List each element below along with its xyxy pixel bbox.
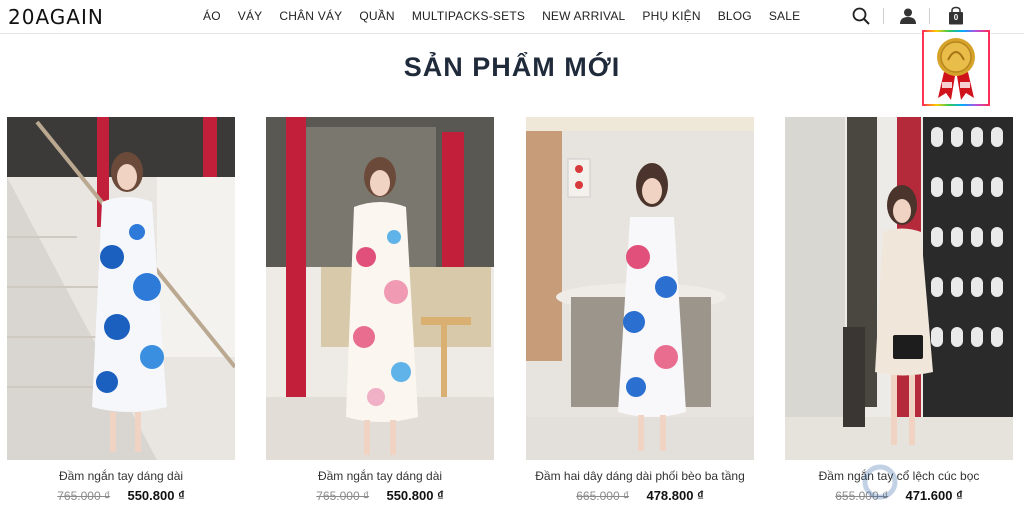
original-price: 665.000 ₫ [576, 489, 630, 503]
nav-item-quan[interactable]: QUẦN [359, 9, 394, 23]
nav-item-chan-vay[interactable]: CHÂN VÁY [279, 9, 342, 23]
product-name[interactable]: Đầm ngắn tay dáng dài [266, 469, 494, 484]
brand-logo[interactable]: 20AGAIN [8, 5, 104, 29]
price-row: 765.000 ₫ 550.800 ₫ [7, 488, 235, 503]
product-card[interactable]: Đầm hai dây dáng dài phối bèo ba tầng 66… [526, 117, 754, 503]
nav-item-phu-kien[interactable]: PHỤ KIỆN [642, 9, 700, 23]
site-header: 20AGAIN ÁO VÁY CHÂN VÁY QUẦN MULTIPACKS-… [0, 0, 1024, 34]
nav-item-new-arrival[interactable]: NEW ARRIVAL [542, 9, 625, 23]
price-row: 665.000 ₫ 478.800 ₫ [526, 488, 754, 503]
original-price: 655.000 ₫ [835, 489, 889, 503]
user-icon[interactable] [898, 6, 918, 26]
award-medal-icon [937, 38, 975, 100]
sale-price: 471.600 ₫ [905, 488, 963, 503]
product-image[interactable] [266, 117, 494, 460]
nav-item-vay[interactable]: VÁY [238, 9, 263, 23]
price-row: 655.000 ₫ 471.600 ₫ [785, 488, 1013, 503]
nav-item-ao[interactable]: ÁO [203, 9, 221, 23]
product-image[interactable] [785, 117, 1013, 460]
product-card[interactable]: Đầm ngắn tay dáng dài 765.000 ₫ 550.800 … [266, 117, 494, 503]
product-card[interactable]: Đầm ngắn tay dáng dài 765.000 ₫ 550.800 … [7, 117, 235, 503]
product-image[interactable] [7, 117, 235, 460]
shopping-bag-icon[interactable]: 0 [946, 6, 966, 26]
header-divider [929, 8, 930, 24]
search-icon[interactable] [851, 6, 871, 26]
product-name[interactable]: Đầm ngắn tay cổ lệch cúc bọc [785, 469, 1013, 484]
sale-price: 478.800 ₫ [646, 488, 704, 503]
main-nav: ÁO VÁY CHÂN VÁY QUẦN MULTIPACKS-SETS NEW… [203, 9, 800, 23]
sale-price: 550.800 ₫ [386, 488, 444, 503]
cart-count-badge: 0 [953, 13, 959, 22]
product-image[interactable] [526, 117, 754, 460]
award-badge [922, 30, 990, 106]
product-name[interactable]: Đầm hai dây dáng dài phối bèo ba tầng [526, 469, 754, 484]
sale-price: 550.800 ₫ [127, 488, 185, 503]
original-price: 765.000 ₫ [57, 489, 111, 503]
section-title: SẢN PHẨM MỚI [403, 52, 621, 82]
product-name[interactable]: Đầm ngắn tay dáng dài [7, 469, 235, 484]
product-card[interactable]: Đầm ngắn tay cổ lệch cúc bọc 655.000 ₫ 4… [785, 117, 1013, 503]
nav-item-multipacks-sets[interactable]: MULTIPACKS-SETS [412, 9, 525, 23]
nav-item-sale[interactable]: SALE [769, 9, 801, 23]
original-price: 765.000 ₫ [316, 489, 370, 503]
price-row: 765.000 ₫ 550.800 ₫ [266, 488, 494, 503]
header-divider [883, 8, 884, 24]
nav-item-blog[interactable]: BLOG [718, 9, 752, 23]
